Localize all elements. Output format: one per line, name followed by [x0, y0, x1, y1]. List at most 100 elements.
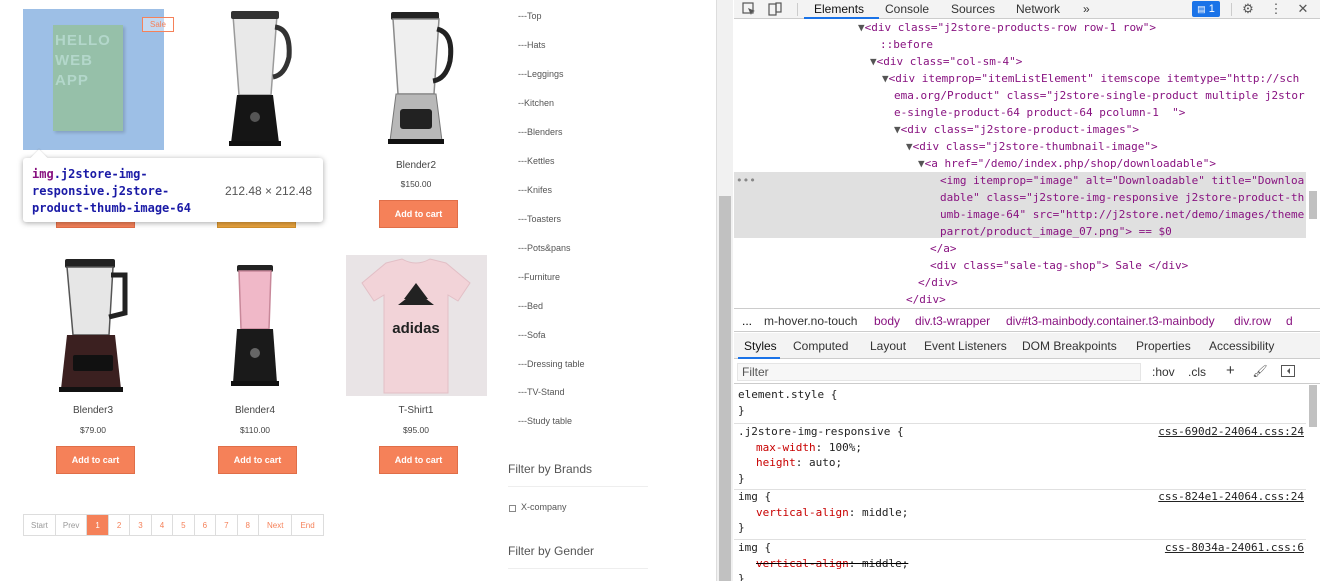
rule-selector[interactable]: img { [738, 540, 771, 556]
styles-filter-input[interactable]: Filter [737, 363, 1141, 381]
category-item[interactable]: --Kitchen [518, 98, 554, 108]
category-item[interactable]: ---Sofa [518, 330, 546, 340]
tab-sources[interactable]: Sources [951, 2, 995, 16]
new-rule-button[interactable]: + [1226, 362, 1235, 379]
css-property-overridden[interactable]: vertical-align: middle; [756, 556, 908, 572]
category-item[interactable]: ---Study table [518, 416, 572, 426]
dom-scrollbar-thumb[interactable] [1309, 191, 1317, 219]
product-name[interactable]: T-Shirt1 [346, 405, 486, 416]
page-1[interactable]: 1 [87, 515, 109, 535]
dom-scrollbar[interactable] [1306, 19, 1320, 307]
category-item[interactable]: --Furniture [518, 272, 560, 282]
tab-properties[interactable]: Properties [1136, 339, 1191, 353]
category-item[interactable]: ---Leggings [518, 69, 564, 79]
more-options-icon[interactable]: ⋮ [1269, 1, 1283, 17]
breadcrumb-item[interactable]: m-hover.no-touch [764, 314, 857, 328]
css-property[interactable]: max-width: 100%; [756, 440, 862, 456]
add-to-cart-button[interactable]: Add to cart [56, 446, 135, 474]
category-item[interactable]: ---Kettles [518, 156, 555, 166]
product-image-blender[interactable] [185, 9, 326, 150]
dom-node[interactable]: </div> [918, 274, 958, 291]
paint-icon[interactable]: 🖌 [1252, 363, 1268, 379]
tab-accessibility[interactable]: Accessibility [1209, 339, 1274, 353]
class-button[interactable]: .cls [1188, 365, 1206, 379]
dom-node[interactable]: ▼<div itemprop="itemListElement" itemsco… [882, 70, 1299, 87]
category-item[interactable]: ---TV-Stand [518, 387, 565, 397]
tab-event-listeners[interactable]: Event Listeners [924, 339, 1007, 353]
dom-node[interactable]: ▼<a href="/demo/index.php/shop/downloada… [918, 155, 1216, 172]
issues-badge[interactable]: ▤ 1 [1192, 1, 1220, 17]
close-icon[interactable]: ✕ [1294, 1, 1312, 17]
page-6[interactable]: 6 [195, 515, 217, 535]
inspect-icon[interactable] [740, 1, 758, 17]
category-item[interactable]: ---Top [518, 11, 542, 21]
page-scrollbar[interactable] [716, 0, 733, 581]
page-scrollbar-thumb[interactable] [719, 196, 731, 581]
rule-source-link[interactable]: css-8034a-24061.css:6 [1165, 540, 1304, 556]
page-prev[interactable]: Prev [56, 515, 88, 535]
product-image-blender2[interactable] [346, 9, 487, 150]
sidebar-toggle-icon[interactable] [1280, 363, 1296, 379]
ellipsis-icon[interactable]: ••• [736, 172, 756, 189]
breadcrumb-item[interactable]: div.t3-wrapper [915, 314, 990, 328]
breadcrumb-item[interactable]: ... [742, 314, 752, 328]
tab-computed[interactable]: Computed [793, 339, 848, 353]
page-2[interactable]: 2 [109, 515, 131, 535]
settings-icon[interactable]: ⚙ [1239, 1, 1257, 17]
product-name[interactable]: Blender2 [346, 160, 486, 171]
tab-network[interactable]: Network [1016, 2, 1060, 16]
dom-node[interactable]: ▼<div class="col-sm-4"> [870, 53, 1022, 70]
css-property[interactable]: height: auto; [756, 455, 842, 471]
category-item[interactable]: ---Dressing table [518, 359, 585, 369]
dom-node[interactable]: ::before [880, 36, 933, 53]
rule-source-link[interactable]: css-824e1-24064.css:24 [1158, 489, 1304, 505]
product-name[interactable]: Blender4 [185, 405, 325, 416]
category-item[interactable]: ---Hats [518, 40, 546, 50]
brand-option-label[interactable]: X-company [521, 502, 567, 512]
tab-dom-breakpoints[interactable]: DOM Breakpoints [1022, 339, 1117, 353]
tab-console[interactable]: Console [885, 2, 929, 16]
category-item[interactable]: ---Toasters [518, 214, 561, 224]
product-image-blender4[interactable] [185, 255, 326, 396]
breadcrumb-item[interactable]: div#t3-mainbody.container.t3-mainbody [1006, 314, 1215, 328]
page-5[interactable]: 5 [173, 515, 195, 535]
tab-styles[interactable]: Styles [744, 339, 777, 353]
category-item[interactable]: ---Knifes [518, 185, 552, 195]
styles-scrollbar-thumb[interactable] [1309, 385, 1317, 427]
breadcrumb-item[interactable]: div.row [1234, 314, 1271, 328]
category-item[interactable]: ---Pots&pans [518, 243, 571, 253]
page-7[interactable]: 7 [216, 515, 238, 535]
rule-selector[interactable]: element.style { [738, 387, 837, 403]
device-toolbar-icon[interactable] [766, 1, 784, 17]
rule-selector[interactable]: .j2store-img-responsive { [738, 424, 904, 440]
css-property[interactable]: vertical-align: middle; [756, 505, 908, 521]
tab-layout[interactable]: Layout [870, 339, 906, 353]
page-8[interactable]: 8 [238, 515, 259, 535]
hover-state-button[interactable]: :hov [1152, 365, 1175, 379]
more-tabs-icon[interactable]: » [1083, 2, 1090, 16]
brand-checkbox[interactable] [509, 505, 516, 512]
page-next[interactable]: Next [259, 515, 293, 535]
category-item[interactable]: ---Bed [518, 301, 543, 311]
add-to-cart-button[interactable]: Add to cart [379, 200, 458, 228]
category-item[interactable]: ---Blenders [518, 127, 563, 137]
tab-elements[interactable]: Elements [814, 2, 864, 16]
page-4[interactable]: 4 [152, 515, 174, 535]
product-image-tshirt[interactable]: adidas [346, 255, 487, 396]
product-image-blender3[interactable] [23, 255, 164, 396]
dom-node[interactable]: ▼<div class="j2store-products-row row-1 … [858, 19, 1156, 36]
page-3[interactable]: 3 [130, 515, 152, 535]
page-end[interactable]: End [292, 515, 322, 535]
rule-source-link[interactable]: css-690d2-24064.css:24 [1158, 424, 1304, 440]
styles-scrollbar[interactable] [1306, 385, 1320, 581]
breadcrumb-item[interactable]: body [874, 314, 900, 328]
dom-node-selected[interactable]: <img itemprop="image" alt="Downloadable"… [940, 172, 1304, 189]
add-to-cart-button[interactable]: Add to cart [218, 446, 297, 474]
dom-node[interactable]: ▼<div class="j2store-thumbnail-image"> [906, 138, 1158, 155]
add-to-cart-button[interactable]: Add to cart [379, 446, 458, 474]
dom-node[interactable]: </div> [906, 291, 946, 307]
rule-selector[interactable]: img { [738, 489, 771, 505]
dom-node[interactable]: <div class="sale-tag-shop"> Sale </div> [930, 257, 1188, 274]
dom-node[interactable]: ▼<div class="j2store-product-images"> [894, 121, 1139, 138]
page-start[interactable]: Start [24, 515, 56, 535]
